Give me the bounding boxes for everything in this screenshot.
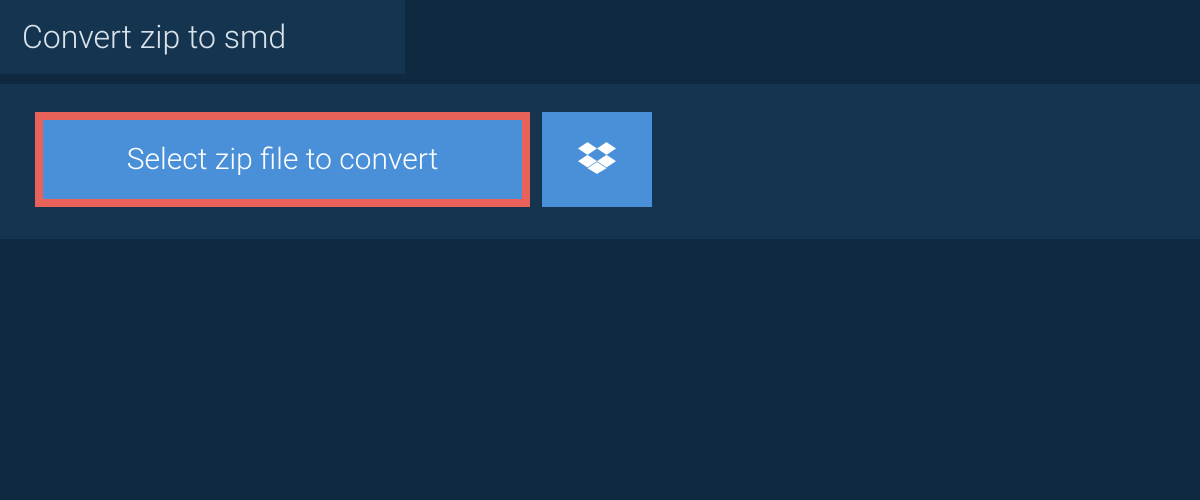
- page-title: Convert zip to smd: [22, 18, 367, 56]
- dropbox-icon: [578, 139, 616, 181]
- dropbox-button[interactable]: [542, 112, 652, 207]
- select-file-label: Select zip file to convert: [127, 142, 438, 177]
- select-file-button[interactable]: Select zip file to convert: [35, 112, 530, 207]
- button-row: Select zip file to convert: [35, 112, 1165, 207]
- tab-header: Convert zip to smd: [0, 0, 405, 74]
- content-panel: Select zip file to convert: [0, 84, 1200, 239]
